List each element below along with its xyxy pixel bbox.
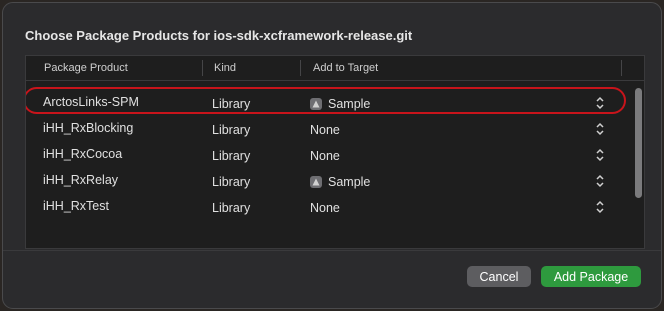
target-value: None xyxy=(310,201,340,215)
add-package-button[interactable]: Add Package xyxy=(541,266,641,287)
scrollbar-thumb[interactable] xyxy=(635,88,642,198)
product-name: iHH_RxBlocking xyxy=(43,121,134,135)
table-row[interactable]: iHH_RxBlocking Library None xyxy=(26,116,631,142)
target-value: Sample xyxy=(328,175,371,189)
table-row[interactable]: iHH_RxRelay Library Sample xyxy=(26,168,631,194)
product-kind: Library xyxy=(212,175,251,189)
target-popup[interactable]: None xyxy=(310,201,340,215)
table-header: Package Product Kind Add to Target xyxy=(26,56,644,81)
chevron-up-down-icon[interactable] xyxy=(595,174,605,188)
chevron-up-down-icon[interactable] xyxy=(595,148,605,162)
choose-package-products-dialog: Choose Package Products for ios-sdk-xcfr… xyxy=(2,2,662,309)
product-kind: Library xyxy=(212,201,251,215)
cancel-button[interactable]: Cancel xyxy=(467,266,531,287)
chevron-up-down-icon[interactable] xyxy=(595,122,605,136)
product-name: iHH_RxTest xyxy=(43,199,109,213)
target-popup[interactable]: Sample xyxy=(310,175,370,189)
target-popup[interactable]: None xyxy=(310,123,340,137)
column-header-kind[interactable]: Kind xyxy=(214,62,236,74)
target-value: None xyxy=(310,123,340,137)
column-header-package-product[interactable]: Package Product xyxy=(44,62,128,74)
target-value: None xyxy=(310,149,340,163)
column-separator[interactable] xyxy=(300,60,301,76)
product-name: iHH_RxCocoa xyxy=(43,147,123,161)
column-header-add-to-target[interactable]: Add to Target xyxy=(313,62,378,74)
highlight-ring xyxy=(26,87,626,114)
table-row[interactable]: iHH_RxTest Library None xyxy=(26,194,631,220)
product-kind: Library xyxy=(212,123,251,137)
app-icon xyxy=(310,176,322,188)
footer-divider xyxy=(3,250,661,251)
package-products-table: Package Product Kind Add to Target Arcto… xyxy=(25,55,645,249)
product-name: iHH_RxRelay xyxy=(43,173,119,187)
column-separator[interactable] xyxy=(621,60,622,76)
table-row[interactable]: iHH_RxCocoa Library None xyxy=(26,142,631,168)
product-kind: Library xyxy=(212,149,251,163)
chevron-up-down-icon[interactable] xyxy=(595,200,605,214)
column-separator[interactable] xyxy=(202,60,203,76)
dialog-title: Choose Package Products for ios-sdk-xcfr… xyxy=(25,28,413,43)
target-popup[interactable]: None xyxy=(310,149,340,163)
